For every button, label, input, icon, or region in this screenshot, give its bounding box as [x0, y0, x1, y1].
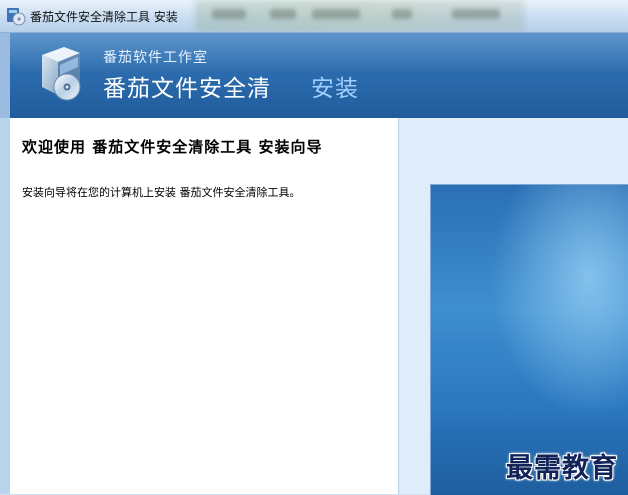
side-panel: [399, 118, 628, 495]
installer-header: 番茄软件工作室 番茄文件安全清 安装: [0, 33, 628, 118]
install-label: 安装: [311, 76, 359, 102]
installer-app-icon: [7, 8, 26, 26]
title-bar[interactable]: 番茄文件安全清除工具 安装: [0, 0, 628, 33]
watermark: 最需教育: [506, 453, 618, 484]
welcome-panel: 欢迎使用 番茄文件安全清除工具 安装向导 安装向导将在您的计算机上安装 番茄文件…: [10, 118, 399, 494]
left-frame-strip: [0, 118, 10, 494]
welcome-description: 安装向导将在您的计算机上安装 番茄文件安全清除工具。: [22, 186, 301, 199]
blurred-item: [452, 9, 500, 19]
welcome-title: 欢迎使用 番茄文件安全清除工具 安装向导: [22, 138, 323, 156]
blurred-item: [212, 9, 246, 19]
company-name: 番茄软件工作室: [103, 50, 208, 66]
installer-box-cd-logo: [42, 47, 81, 101]
product-name: 番茄文件安全清: [103, 76, 271, 102]
window-title: 番茄文件安全清除工具 安装: [30, 10, 178, 24]
blurred-item: [312, 9, 360, 19]
blurred-item: [270, 9, 296, 19]
blurred-item: [392, 9, 412, 19]
